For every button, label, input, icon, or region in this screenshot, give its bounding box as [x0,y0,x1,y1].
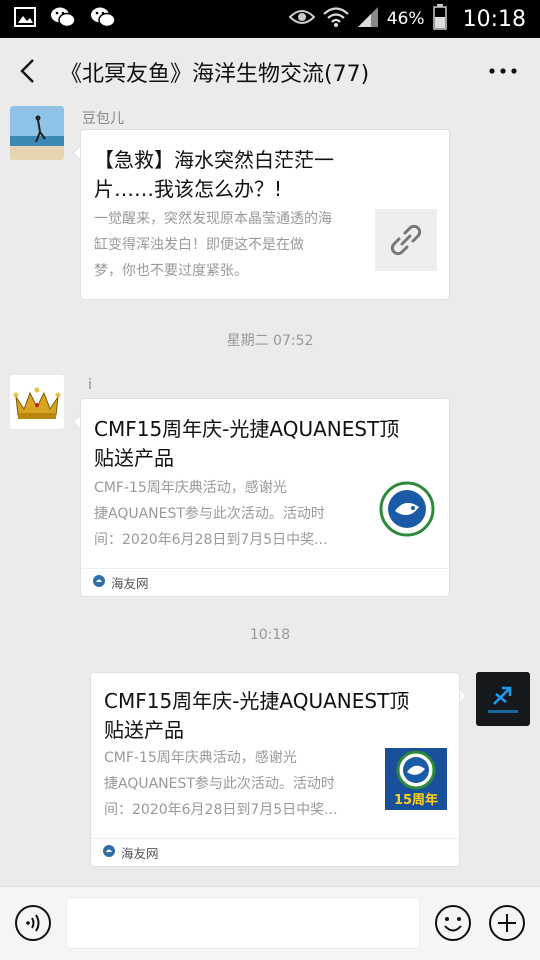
card-title: CMF15周年庆-光捷AQUANEST顶 贴送产品 [94,417,400,470]
message-input[interactable] [66,897,420,949]
timestamp: 10:18 [249,627,291,643]
timestamp: 星期二 07:52 [226,333,314,349]
clock: 10:18 [462,6,526,32]
thumbnail-label: 15周年 [393,793,439,808]
source-logo-icon [93,575,105,590]
gallery-icon [14,7,36,31]
emoji-icon[interactable] [434,904,472,942]
chat-header: 《北冥友鱼》海洋生物交流(77) [0,38,540,104]
article-card[interactable]: CMF15周年庆-光捷AQUANEST顶 贴送产品 CMF-15周年庆典活动，感… [80,398,450,597]
sender-name: 豆包儿 [82,111,124,127]
input-bar [0,886,540,960]
back-arrow-icon[interactable] [14,56,44,86]
battery-percent: 46% [386,9,425,29]
avatar[interactable] [10,106,64,160]
link-card[interactable]: 【急救】海水突然白茫茫一片……我该怎么办？! 一觉醒来，突然发现原本晶莹通透的海… [80,129,450,300]
link-thumbnail [375,209,437,271]
card-source: 海友网 [91,838,459,866]
article-thumbnail [379,481,435,537]
signal-icon [357,6,379,32]
wifi-icon [323,6,349,32]
avatar[interactable] [10,375,64,429]
card-description: CMF-15周年庆典活动，感谢光 捷AQUANEST参与此次活动。活动时 间：2… [94,480,328,548]
source-logo-icon [103,845,115,860]
status-bar: 46% 10:18 [0,0,540,38]
card-source: 海友网 [81,568,449,596]
eye-icon [288,8,316,30]
card-title: 【急救】海水突然白茫茫一片……我该怎么办？! [94,148,334,201]
battery-icon [432,4,447,34]
wechat-icon [50,6,76,32]
link-icon [375,224,437,275]
card-title: CMF15周年庆-光捷AQUANEST顶 贴送产品 [104,689,410,742]
avatar[interactable] [476,672,530,726]
article-thumbnail: 15周年 [385,748,447,810]
voice-icon[interactable] [14,904,52,942]
plus-icon[interactable] [488,904,526,942]
sender-name: i [88,377,92,393]
card-description: 一觉醒来，突然发现原本晶莹通透的海 缸变得浑浊发白！即便这不是在做 梦，你也不要… [94,211,332,279]
chat-title: 《北冥友鱼》海洋生物交流(77) [60,62,370,87]
more-icon[interactable] [488,60,518,82]
card-description: CMF-15周年庆典活动，感谢光 捷AQUANEST参与此次活动。活动时 间：2… [104,750,338,818]
wechat-icon [90,6,116,32]
article-card[interactable]: CMF15周年庆-光捷AQUANEST顶 贴送产品 CMF-15周年庆典活动，感… [90,672,460,867]
